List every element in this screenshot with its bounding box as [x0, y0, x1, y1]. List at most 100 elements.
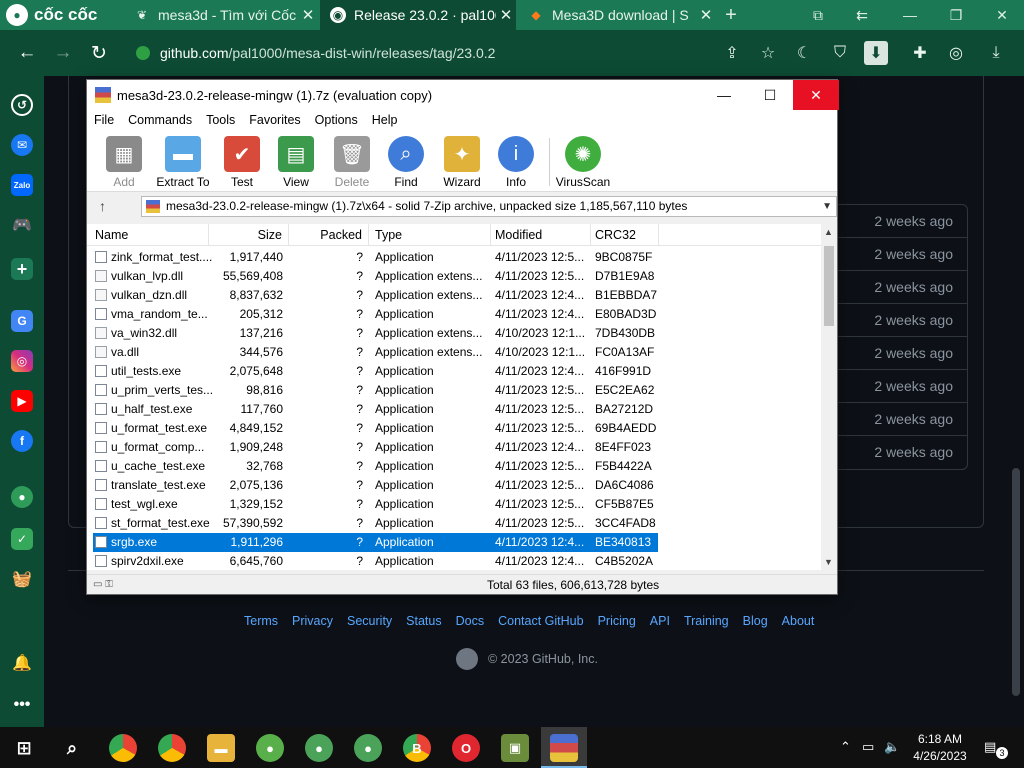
file-row[interactable]: st_format_test.exe 57,390,592? Application… [87, 514, 821, 533]
bookmark-star-icon[interactable]: ☆ [756, 41, 780, 65]
add-button[interactable]: ▦ Add [95, 134, 153, 190]
footer-link-terms[interactable]: Terms [244, 614, 278, 630]
footer-link-blog[interactable]: Blog [743, 614, 768, 630]
extensions-puzzle-icon[interactable]: ✚ [908, 41, 932, 65]
file-row[interactable]: vma_random_te... 205,312? Application 4/11/… [87, 305, 821, 324]
menu-commands[interactable]: Commands [121, 110, 199, 130]
file-list-scrollbar[interactable]: ▲ ▼ [821, 224, 837, 570]
instagram-icon[interactable]: ◎ [11, 350, 33, 372]
windows-start-icon[interactable]: ⊞ [10, 734, 38, 762]
youtube-icon[interactable]: ▶ [11, 390, 33, 412]
extract-to-button[interactable]: ▬ Extract To [153, 134, 213, 190]
coccoc-profile-icon[interactable]: ● [305, 734, 333, 762]
forward-button[interactable]: → [50, 40, 76, 66]
zalo-icon[interactable]: Zalo [11, 174, 33, 196]
column-name[interactable]: Name [87, 224, 209, 246]
minecraft-icon[interactable]: ▣ [501, 734, 529, 762]
volume-icon[interactable]: 🔈 [884, 739, 900, 755]
downloads-icon[interactable]: ⤓ [984, 41, 1008, 65]
reload-button[interactable]: ↻ [86, 40, 112, 66]
reading-mode-icon[interactable]: ⧉ [796, 0, 840, 30]
file-row[interactable]: vulkan_dzn.dll 8,837,632? Application exte… [87, 286, 821, 305]
winrar-title-bar[interactable]: mesa3d-23.0.2-release-mingw (1).7z (eval… [87, 80, 839, 110]
share-icon[interactable]: ⇪ [720, 41, 744, 65]
new-tab-button[interactable]: + [716, 0, 746, 30]
tab-search[interactable]: ❦ mesa3d - Tìm với Cốc ✕ [124, 0, 318, 30]
footer-link-pricing[interactable]: Pricing [598, 614, 636, 630]
coccoc-logo[interactable]: ● cốc cốc [6, 4, 97, 26]
column-type[interactable]: Type [369, 224, 491, 246]
coccoc-profile2-icon[interactable]: ● [354, 734, 382, 762]
add-sidebar-app-icon[interactable]: + [11, 258, 33, 280]
file-row[interactable]: srgb.exe 1,911,296? Application 4/11/2023 1… [87, 533, 821, 552]
download-page-icon[interactable]: ⬇ [864, 41, 888, 65]
shield-icon[interactable]: ⛉ [828, 41, 852, 65]
chrome-b-icon[interactable]: B [403, 734, 431, 762]
close-tab-icon[interactable]: ✕ [496, 6, 516, 24]
scroll-down-arrow-icon[interactable]: ▼ [824, 557, 833, 567]
find-button[interactable]: ⌕ Find [377, 134, 435, 190]
wizard-button[interactable]: ✦ Wizard [433, 134, 491, 190]
delete-button[interactable]: 🗑 Delete [323, 134, 381, 190]
search-icon[interactable]: ⌕ [58, 734, 86, 762]
dark-mode-moon-icon[interactable]: ☾ [792, 41, 816, 65]
archive-path-field[interactable]: mesa3d-23.0.2-release-mingw (1).7z\x64 -… [141, 196, 837, 217]
profile-avatar-icon[interactable]: ◎ [944, 41, 968, 65]
file-row[interactable]: spirv2dxil.exe 6,645,760? Application 4/11/… [87, 552, 821, 570]
view-button[interactable]: ▤ View [267, 134, 325, 190]
menu-options[interactable]: Options [308, 110, 365, 130]
menu-favorites[interactable]: Favorites [242, 110, 307, 130]
shopping-basket-icon[interactable]: 🧺 [11, 568, 33, 590]
minimize-button[interactable]: — [888, 0, 932, 30]
opera-icon[interactable]: O [452, 734, 480, 762]
file-row[interactable]: util_tests.exe 2,075,648? Application 4/11/… [87, 362, 821, 381]
footer-link-about[interactable]: About [782, 614, 815, 630]
winrar-maximize-button[interactable]: ☐ [747, 80, 793, 110]
chrome-icon[interactable] [109, 734, 137, 762]
maximize-button[interactable]: ❐ [934, 0, 978, 30]
menu-file[interactable]: File [87, 110, 121, 130]
file-row[interactable]: u_format_comp... 1,909,248? Application 4/1… [87, 438, 821, 457]
close-window-button[interactable]: ✕ [980, 0, 1024, 30]
notification-center-icon[interactable]: ▤ [984, 739, 996, 755]
tab-github-release[interactable]: ◉ Release 23.0.2 · pal100 ✕ [320, 0, 516, 30]
menu-tools[interactable]: Tools [199, 110, 242, 130]
file-list-scrollbar-thumb[interactable] [824, 246, 834, 326]
footer-link-docs[interactable]: Docs [456, 614, 484, 630]
winrar-minimize-button[interactable]: — [701, 80, 747, 110]
virusscan-button[interactable]: ✺ VirusScan [553, 134, 613, 190]
back-button[interactable]: ← [14, 40, 40, 66]
footer-link-api[interactable]: API [650, 614, 670, 630]
winrar-close-button[interactable]: ✕ [793, 80, 839, 110]
file-row[interactable]: translate_test.exe 2,075,136? Application 4… [87, 476, 821, 495]
page-scrollbar-thumb[interactable] [1012, 468, 1020, 696]
up-folder-arrow-icon[interactable]: ↑ [99, 198, 106, 214]
taskbar-clock[interactable]: 6:18 AM 4/26/2023 [908, 731, 972, 765]
file-row[interactable]: vulkan_lvp.dll 55,569,408? Application ext… [87, 267, 821, 286]
page-scrollbar[interactable] [1008, 76, 1024, 727]
tab-sourceforge[interactable]: ◆ Mesa3D download | S ✕ [518, 0, 716, 30]
footer-link-privacy[interactable]: Privacy [292, 614, 333, 630]
chevron-down-icon[interactable]: ▼ [822, 197, 832, 216]
tray-chevron-up-icon[interactable]: ⌃ [840, 739, 851, 755]
menu-help[interactable]: Help [365, 110, 405, 130]
coccoc-icon[interactable]: ● [256, 734, 284, 762]
scroll-up-arrow-icon[interactable]: ▲ [824, 227, 833, 237]
more-options-icon[interactable]: ••• [11, 694, 33, 716]
file-row[interactable]: va.dll 344,576? Application extens... 4/10/… [87, 343, 821, 362]
footer-link-status[interactable]: Status [406, 614, 441, 630]
game-controller-icon[interactable]: 🎮 [11, 214, 33, 236]
file-row[interactable]: va_win32.dll 137,216? Application extens..… [87, 324, 821, 343]
file-row[interactable]: u_half_test.exe 117,760? Application 4/11/2… [87, 400, 821, 419]
footer-link-contact[interactable]: Contact GitHub [498, 614, 583, 630]
file-row[interactable]: u_prim_verts_tes... 98,816? Application 4/1… [87, 381, 821, 400]
address-bar[interactable]: github.com/pal1000/mesa-dist-win/release… [124, 38, 712, 68]
footer-link-training[interactable]: Training [684, 614, 729, 630]
file-row[interactable]: test_wgl.exe 1,329,152? Application 4/11/20… [87, 495, 821, 514]
chrome-profile-icon[interactable] [158, 734, 186, 762]
close-tab-icon[interactable]: ✕ [298, 6, 318, 24]
secure-lock-icon[interactable] [136, 46, 150, 60]
github-logo-icon[interactable] [456, 648, 478, 670]
facebook-icon[interactable]: f [11, 430, 33, 452]
column-modified[interactable]: Modified [491, 224, 591, 246]
